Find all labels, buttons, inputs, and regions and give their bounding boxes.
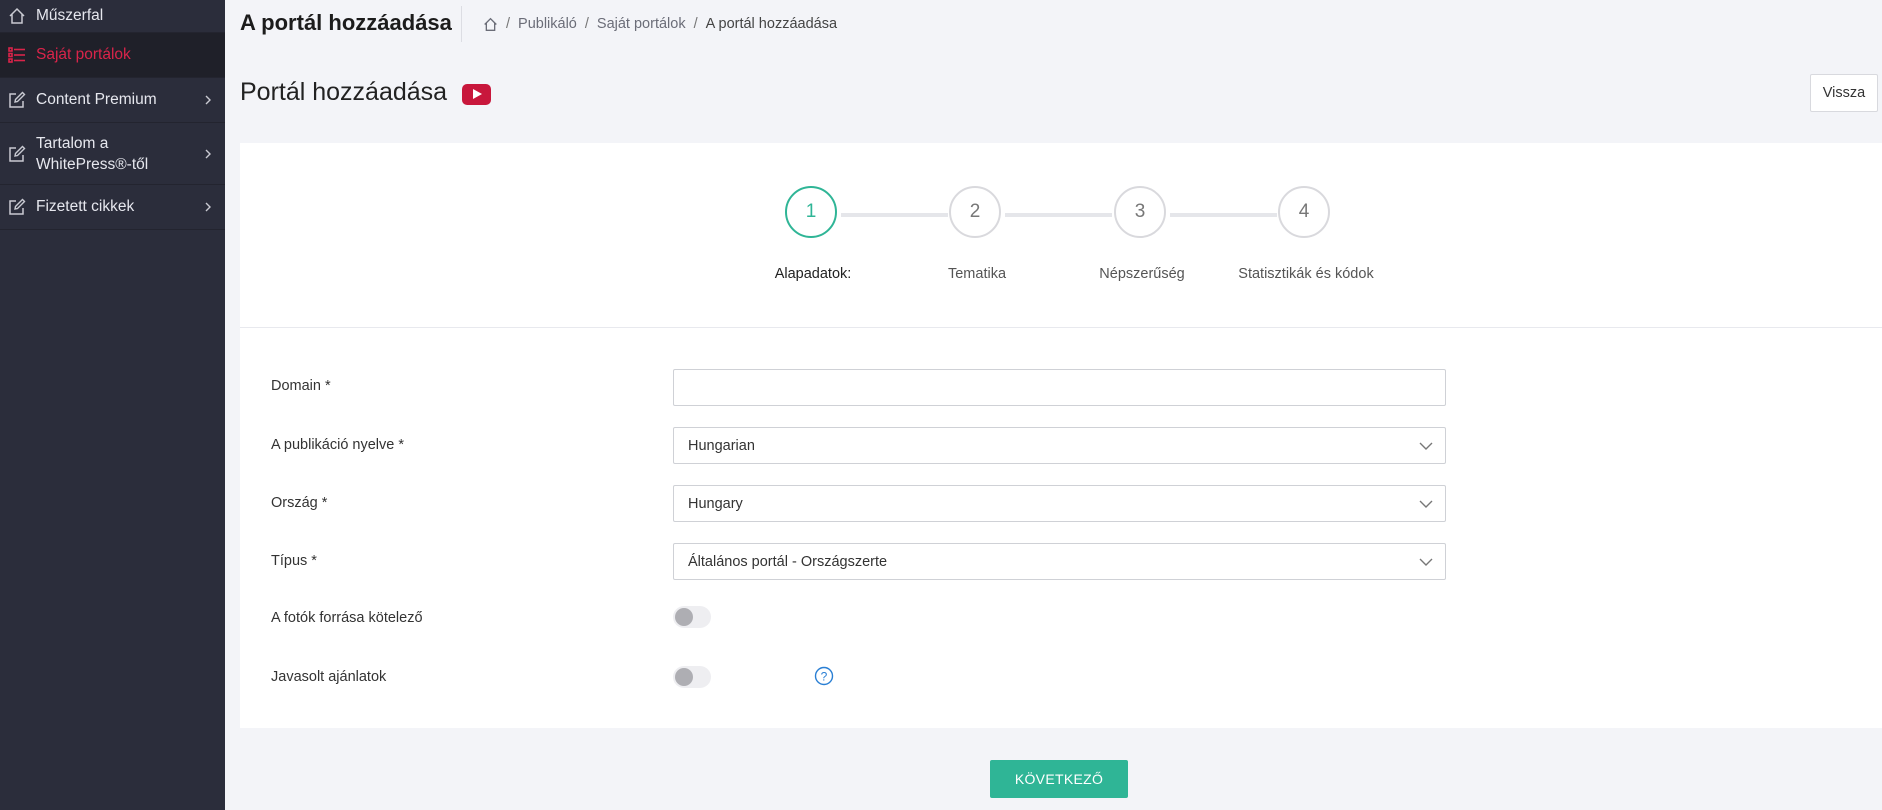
- chevron-right-icon: [205, 202, 211, 212]
- country-select[interactable]: Hungary: [673, 485, 1446, 522]
- toggle-knob: [675, 668, 693, 686]
- step-label: Népszerűség: [1099, 266, 1185, 282]
- toggle-knob: [675, 608, 693, 626]
- stepper: 1 2 3 4 Alapadatok: Tematika Népszerűség…: [240, 143, 1882, 328]
- step-label: Statisztikák és kódok: [1238, 266, 1374, 282]
- sidebar-item-label: Fizetett cikkek: [36, 198, 135, 215]
- breadcrumb-item-current: A portál hozzáadása: [705, 16, 838, 32]
- type-label: Típus *: [271, 553, 317, 569]
- sidebar: Műszerfal Saját portálok Content Premium…: [0, 0, 225, 810]
- step-1[interactable]: 1: [785, 186, 837, 238]
- step-connector: [1005, 213, 1112, 217]
- youtube-icon[interactable]: [462, 84, 492, 105]
- language-select-value: Hungarian: [688, 437, 755, 454]
- step-label: Alapadatok:: [774, 266, 852, 282]
- chevron-down-icon: [1419, 558, 1433, 566]
- sidebar-item-label: Saját portálok: [36, 46, 131, 63]
- sidebar-item-fizetett-cikkek[interactable]: Fizetett cikkek: [0, 185, 225, 230]
- page-title: Portál hozzáadása: [240, 78, 492, 107]
- language-label: A publikáció nyelve *: [271, 437, 404, 453]
- photo-source-label: A fotók forrása kötelező: [271, 610, 423, 626]
- page-title-text: Portál hozzáadása: [240, 78, 448, 106]
- breadcrumb-item-sajat-portalok[interactable]: Saját portálok: [597, 16, 686, 32]
- home-icon[interactable]: [483, 17, 498, 32]
- help-icon[interactable]: ?: [814, 666, 834, 686]
- suggested-offers-toggle[interactable]: [673, 666, 711, 688]
- country-select-value: Hungary: [688, 495, 743, 512]
- country-label: Ország *: [271, 495, 328, 511]
- sidebar-item-label: Műszerfal: [36, 7, 104, 24]
- breadcrumb-item-publikalo[interactable]: Publikáló: [518, 16, 577, 32]
- edit-icon: [9, 198, 26, 215]
- type-select[interactable]: Általános portál - Országszerte: [673, 543, 1446, 580]
- sidebar-item-whitepress[interactable]: Tartalom a WhitePress®-től: [0, 123, 225, 185]
- sidebar-item-label: Content Premium: [36, 91, 157, 108]
- svg-text:?: ?: [821, 670, 828, 684]
- back-button[interactable]: Vissza: [1810, 74, 1878, 112]
- suggested-offers-label: Javasolt ajánlatok: [271, 669, 387, 685]
- domain-label: Domain *: [271, 378, 331, 394]
- chevron-down-icon: [1419, 500, 1433, 508]
- top-header: A portál hozzáadása / Publikáló / Saját …: [225, 0, 1882, 50]
- chevron-down-icon: [1419, 442, 1433, 450]
- sidebar-item-label: Tartalom a WhitePress®-től: [36, 134, 149, 173]
- chevron-right-icon: [205, 149, 211, 158]
- edit-icon: [9, 91, 26, 108]
- breadcrumb: / Publikáló / Saját portálok / A portál …: [483, 16, 837, 32]
- breadcrumb-separator: /: [584, 16, 589, 32]
- domain-input[interactable]: [673, 369, 1446, 406]
- photo-source-toggle[interactable]: [673, 606, 711, 628]
- edit-icon: [9, 145, 26, 162]
- next-button[interactable]: KÖVETKEZŐ: [990, 760, 1128, 798]
- step-connector: [1170, 213, 1277, 217]
- list-icon: [8, 47, 25, 63]
- language-select[interactable]: Hungarian: [673, 427, 1446, 464]
- header-title: A portál hozzáadása: [240, 10, 452, 35]
- step-connector: [841, 213, 948, 217]
- sidebar-item-sajat-portalok[interactable]: Saját portálok: [0, 33, 225, 78]
- step-3[interactable]: 3: [1114, 186, 1166, 238]
- step-2[interactable]: 2: [949, 186, 1001, 238]
- breadcrumb-separator: /: [506, 16, 511, 32]
- chevron-right-icon: [205, 95, 211, 105]
- form-card: 1 2 3 4 Alapadatok: Tematika Népszerűség…: [240, 143, 1882, 810]
- sidebar-item-muszerfal[interactable]: Műszerfal: [0, 0, 225, 33]
- home-icon: [9, 7, 25, 24]
- type-select-value: Általános portál - Országszerte: [688, 553, 888, 570]
- breadcrumb-separator: /: [693, 16, 698, 32]
- sidebar-item-content-premium[interactable]: Content Premium: [0, 78, 225, 123]
- step-label: Tematika: [947, 266, 1007, 282]
- step-4[interactable]: 4: [1278, 186, 1330, 238]
- header-divider: [461, 6, 462, 42]
